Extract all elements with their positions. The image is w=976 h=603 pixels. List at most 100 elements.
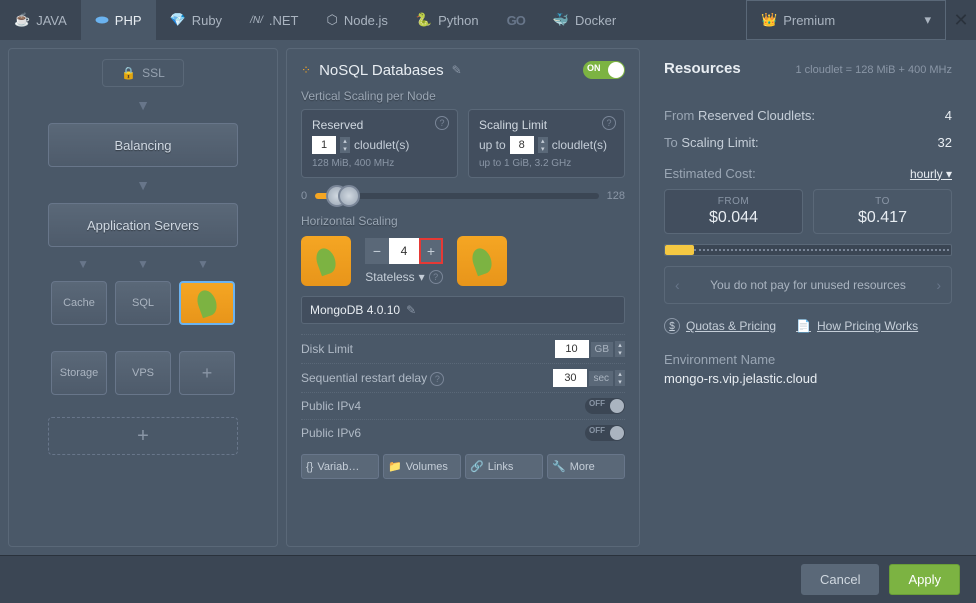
chevron-down-icon: ▾ bbox=[419, 270, 425, 284]
spinner-down[interactable]: ▾ bbox=[340, 145, 350, 153]
pricing-link[interactable]: 📄 How Pricing Works bbox=[796, 318, 918, 334]
carousel-prev[interactable]: ‹ bbox=[675, 277, 680, 293]
spinner-down[interactable]: ▾ bbox=[615, 349, 625, 357]
edit-icon[interactable]: ✎ bbox=[452, 63, 462, 77]
spinner-down[interactable]: ▾ bbox=[538, 145, 548, 153]
tab-go-label: GO bbox=[507, 13, 525, 28]
variables-button[interactable]: {}Variab… bbox=[301, 454, 379, 479]
restart-delay-input[interactable] bbox=[553, 369, 587, 387]
disk-limit-input[interactable] bbox=[555, 340, 589, 358]
node-icon-left bbox=[301, 236, 351, 286]
ipv6-state: OFF bbox=[589, 426, 605, 435]
cache-button[interactable]: Cache bbox=[51, 281, 107, 325]
arrow-down-icon: ▼ bbox=[136, 177, 150, 193]
storage-button[interactable]: Storage bbox=[51, 351, 107, 395]
close-button[interactable]: ✕ bbox=[946, 0, 976, 40]
premium-dropdown[interactable]: 👑 Premium ▾ bbox=[746, 0, 946, 40]
chevron-down-icon: ▾ bbox=[924, 12, 931, 28]
tab-docker[interactable]: 🐳 Docker bbox=[539, 0, 630, 40]
restart-unit: sec bbox=[589, 371, 613, 386]
cost-from-box: FROM $0.044 bbox=[664, 189, 803, 234]
spinner-up[interactable]: ▴ bbox=[615, 341, 625, 349]
tab-dotnet[interactable]: /N/ .NET bbox=[236, 0, 312, 40]
ssl-label: SSL bbox=[142, 66, 165, 80]
spinner-down[interactable]: ▾ bbox=[615, 378, 625, 386]
env-name-label: Environment Name bbox=[664, 352, 952, 367]
ipv6-label: Public IPv6 bbox=[301, 426, 585, 440]
mongodb-icon bbox=[194, 288, 220, 319]
braces-icon: {} bbox=[306, 461, 313, 473]
app-servers-button[interactable]: Application Servers bbox=[48, 203, 238, 247]
config-panel: ⁘ NoSQL Databases ✎ ON Vertical Scaling … bbox=[286, 48, 640, 547]
restart-delay-label: Sequential restart delay ? bbox=[301, 371, 553, 386]
reserved-title: Reserved bbox=[312, 118, 447, 132]
add-layer-button[interactable]: + bbox=[48, 417, 238, 455]
folder-icon: 📁 bbox=[388, 460, 402, 473]
tab-java[interactable]: ☕ JAVA bbox=[0, 0, 81, 40]
spinner-up[interactable]: ▴ bbox=[615, 370, 625, 378]
enable-toggle[interactable]: ON bbox=[583, 61, 625, 79]
tab-ruby[interactable]: 💎 Ruby bbox=[156, 0, 237, 40]
info-carousel: ‹ You do not pay for unused resources › bbox=[664, 266, 952, 304]
carousel-next[interactable]: › bbox=[936, 277, 941, 293]
scaling-mode-dropdown[interactable]: Stateless ▾ ? bbox=[365, 270, 442, 284]
more-button[interactable]: 🔧More bbox=[547, 454, 625, 479]
limit-box: ? Scaling Limit up to ▴▾ cloudlet(s) up … bbox=[468, 109, 625, 178]
edit-icon[interactable]: ✎ bbox=[406, 303, 416, 317]
arrow-down-icon: ▼ bbox=[136, 97, 150, 113]
volumes-button[interactable]: 📁 Volumes bbox=[383, 454, 461, 479]
cost-to-label: TO bbox=[820, 196, 945, 207]
ssl-button[interactable]: 🔒 SSL bbox=[102, 59, 184, 87]
balancing-button[interactable]: Balancing bbox=[48, 123, 238, 167]
links-label: Links bbox=[488, 461, 514, 473]
cloudlet-slider[interactable] bbox=[315, 193, 599, 199]
help-icon[interactable]: ? bbox=[602, 116, 616, 130]
ipv6-toggle[interactable]: OFF bbox=[585, 425, 625, 441]
tab-dotnet-label: .NET bbox=[269, 13, 299, 28]
links-button[interactable]: 🔗 Links bbox=[465, 454, 543, 479]
cost-period-dropdown[interactable]: hourly ▾ bbox=[910, 167, 952, 181]
topology-panel: 🔒 SSL ▼ Balancing ▼ Application Servers … bbox=[8, 48, 278, 547]
limit-title: Scaling Limit bbox=[479, 118, 614, 132]
ipv4-toggle[interactable]: OFF bbox=[585, 398, 625, 414]
reserved-unit: cloudlet(s) bbox=[354, 138, 409, 152]
tab-go[interactable]: GO bbox=[493, 0, 539, 40]
help-icon[interactable]: ? bbox=[435, 116, 449, 130]
vps-label: VPS bbox=[132, 367, 154, 379]
from-label: From bbox=[664, 108, 694, 123]
reserved-input[interactable] bbox=[312, 136, 336, 154]
tab-php[interactable]: PHP bbox=[81, 0, 156, 40]
tab-nodejs[interactable]: ⬡ Node.js bbox=[312, 0, 401, 40]
limit-unit: cloudlet(s) bbox=[552, 138, 607, 152]
horizontal-scaling-label: Horizontal Scaling bbox=[301, 214, 625, 228]
quotas-link[interactable]: $ Quotas & Pricing bbox=[664, 318, 776, 334]
php-icon bbox=[95, 13, 109, 27]
limit-info-prefix: up to bbox=[479, 158, 501, 169]
storage-label: Storage bbox=[60, 367, 99, 379]
reserved-box: ? Reserved ▴▾ cloudlet(s) 128 MiB, 400 M… bbox=[301, 109, 458, 178]
vps-button[interactable]: VPS bbox=[115, 351, 171, 395]
sql-button[interactable]: SQL bbox=[115, 281, 171, 325]
volumes-label: Volumes bbox=[406, 461, 448, 473]
reserved-cloudlets-value: 4 bbox=[945, 108, 952, 123]
db-version-row[interactable]: MongoDB 4.0.10 ✎ bbox=[301, 296, 625, 324]
cancel-button[interactable]: Cancel bbox=[801, 564, 879, 595]
limit-input[interactable] bbox=[510, 136, 534, 154]
footer: Cancel Apply bbox=[0, 555, 976, 603]
increase-nodes-button[interactable]: + bbox=[419, 238, 443, 264]
help-icon[interactable]: ? bbox=[429, 270, 443, 284]
tab-python[interactable]: 🐍 Python bbox=[402, 0, 493, 40]
spinner-up[interactable]: ▴ bbox=[538, 137, 548, 145]
decrease-nodes-button[interactable]: − bbox=[365, 238, 389, 264]
cost-from-amount: $0.044 bbox=[671, 209, 796, 227]
add-node-button[interactable]: + bbox=[179, 351, 235, 395]
slider-max: 128 bbox=[607, 190, 625, 202]
link-icon: 🔗 bbox=[470, 460, 484, 473]
help-icon[interactable]: ? bbox=[430, 372, 444, 386]
cost-bar bbox=[664, 244, 952, 256]
slider-thumb-limit[interactable] bbox=[338, 185, 360, 207]
nosql-button[interactable] bbox=[179, 281, 235, 325]
spinner-up[interactable]: ▴ bbox=[340, 137, 350, 145]
apply-button[interactable]: Apply bbox=[889, 564, 960, 595]
tab-nodejs-label: Node.js bbox=[344, 13, 388, 28]
